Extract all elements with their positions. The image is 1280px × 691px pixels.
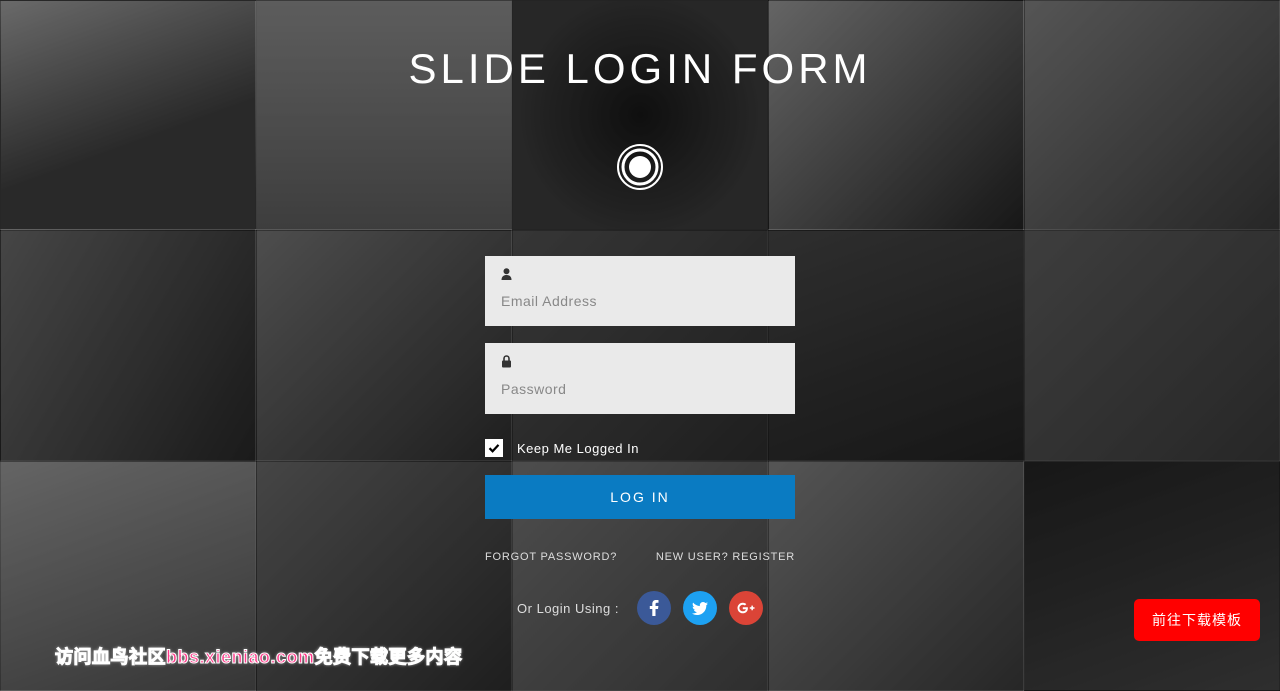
email-field[interactable] <box>501 283 779 309</box>
secondary-links: FORGOT PASSWORD? NEW USER? REGISTER <box>485 551 795 563</box>
login-form: Keep Me Logged In LOG IN FORGOT PASSWORD… <box>485 256 795 625</box>
google-plus-login-button[interactable] <box>729 591 763 625</box>
user-icon <box>501 268 779 283</box>
social-login-row: Or Login Using : <box>485 591 795 625</box>
google-plus-icon <box>737 602 755 614</box>
register-wrap: NEW USER? REGISTER <box>656 551 795 563</box>
lock-icon <box>501 355 779 371</box>
forgot-password-link[interactable]: FORGOT PASSWORD? <box>485 551 617 563</box>
register-link[interactable]: REGISTER <box>732 551 795 563</box>
password-field[interactable] <box>501 371 779 397</box>
facebook-icon <box>649 600 659 616</box>
facebook-login-button[interactable] <box>637 591 671 625</box>
twitter-login-button[interactable] <box>683 591 717 625</box>
password-input-wrap[interactable] <box>485 343 795 414</box>
social-login-label: Or Login Using : <box>517 601 619 616</box>
check-icon <box>487 441 501 455</box>
keep-logged-row: Keep Me Logged In <box>485 439 795 457</box>
login-button[interactable]: LOG IN <box>485 475 795 519</box>
keep-logged-checkbox[interactable] <box>485 439 503 457</box>
twitter-icon <box>692 602 708 615</box>
logo-icon <box>616 143 664 196</box>
page-title: SLIDE LOGIN FORM <box>408 45 871 93</box>
download-template-button[interactable]: 前往下载模板 <box>1134 599 1260 641</box>
register-prefix: NEW USER? <box>656 551 732 563</box>
keep-logged-label: Keep Me Logged In <box>517 441 639 456</box>
watermark-text: 访问血鸟社区bbs.xieniao.com免费下载更多内容 <box>55 643 463 669</box>
email-input-wrap[interactable] <box>485 256 795 326</box>
